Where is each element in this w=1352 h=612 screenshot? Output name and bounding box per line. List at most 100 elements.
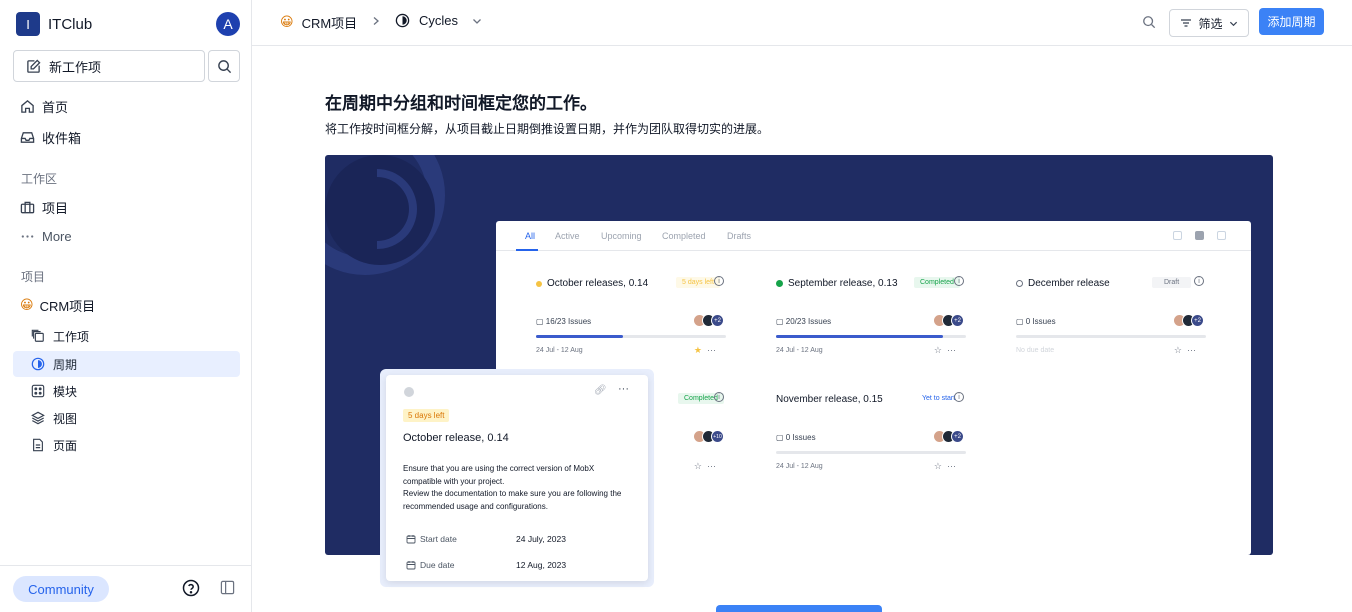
sidebar-item-work-items[interactable]: 工作项 — [13, 323, 240, 349]
stack-icon — [31, 411, 45, 425]
calendar-icon — [406, 535, 416, 544]
nav-projects-label: 项目 — [42, 200, 69, 216]
mock-card-actions: ☆ ··· — [1173, 345, 1196, 355]
home-icon — [21, 99, 34, 113]
cycle-icon — [395, 13, 410, 28]
mock-progress-bar — [536, 335, 726, 338]
filter-icon — [1181, 19, 1192, 27]
status-dot — [1016, 280, 1023, 287]
avatar-count: +2 — [951, 430, 964, 443]
search-icon — [217, 59, 231, 73]
breadcrumb-cycles-label: Cycles — [419, 13, 459, 28]
sidebar-item-views[interactable]: 视图 — [13, 405, 240, 431]
sidebar-toggle-icon[interactable] — [220, 580, 235, 595]
mock-card-issues-text: 16/23 Issues — [545, 317, 592, 326]
mock-card-issues: ▢ 0 Issues — [1016, 317, 1056, 326]
briefcase-icon — [20, 201, 35, 213]
calendar-icon — [406, 561, 416, 570]
mock-tabs: All Active Upcoming Completed Drafts — [496, 221, 1251, 251]
mock-tab-all: All — [525, 231, 536, 241]
nav-home[interactable]: 首页 — [20, 96, 68, 116]
workspace-section-label: 工作区 — [21, 172, 58, 186]
module-icon — [31, 384, 45, 398]
mock-card-badge: Draft — [1152, 277, 1192, 288]
breadcrumb-project-name: CRM项目 — [301, 16, 358, 31]
link-icon: 🔗︎ — [594, 385, 607, 396]
avatar-count: +10 — [711, 430, 724, 443]
mock-card-title-row: September release, 0.13 — [776, 278, 898, 289]
mock-tab-upcoming: Upcoming — [601, 231, 642, 241]
chevron-down-icon — [1229, 21, 1237, 26]
mock-avatars: +2 — [693, 314, 724, 327]
nav-inbox-label: 收件箱 — [42, 130, 82, 146]
mock-tab-active: Active — [555, 231, 580, 241]
sidebar-item-views-label: 视图 — [53, 411, 78, 426]
breadcrumb-project[interactable]: 😀 CRM项目 — [280, 13, 357, 32]
avatar-count: +2 — [1191, 314, 1204, 327]
mock-card-title: November release, 0.15 — [776, 394, 883, 405]
nav-more-label: More — [42, 228, 72, 244]
sidebar-item-cycles-label: 周期 — [53, 357, 78, 372]
board-view-icon — [1195, 231, 1204, 240]
inbox-icon — [20, 131, 35, 143]
nav-more[interactable]: More — [20, 226, 72, 246]
mock-due-date-label: Due date — [420, 560, 455, 570]
mock-card-title-row: December release — [1016, 278, 1110, 289]
community-button[interactable]: Community — [13, 576, 109, 602]
mock-progress-fill — [536, 335, 624, 338]
mock-card-dates: 24 Jul - 12 Aug — [536, 347, 583, 354]
mock-cycle-card: December release Draft i ▢ 0 Issues +2 N… — [1006, 269, 1206, 369]
calendar-view-icon — [1217, 231, 1226, 240]
help-icon[interactable] — [182, 579, 200, 597]
mock-card-actions: ★ ··· — [693, 345, 716, 355]
project-crm[interactable]: 😀 CRM项目 — [20, 295, 95, 315]
mock-tab-drafts: Drafts — [727, 231, 752, 241]
mock-card-issues: ▢ 16/23 Issues — [536, 317, 592, 326]
close-icon — [404, 387, 414, 397]
mock-start-date-row: Start date — [406, 534, 457, 544]
mock-card-issues-text: 20/23 Issues — [785, 317, 832, 326]
project-emoji: 😀 — [20, 297, 34, 313]
layers-icon — [31, 329, 44, 342]
mock-detail-title: October release, 0.14 — [403, 432, 509, 444]
mock-card-badge: Completed — [914, 277, 960, 288]
mock-start-date-label: Start date — [420, 534, 457, 544]
mock-card-title-row: October releases, 0.14 — [536, 278, 648, 289]
mock-progress-bar — [776, 451, 966, 454]
avatar-count: +2 — [951, 314, 964, 327]
info-icon: i — [714, 276, 724, 286]
breadcrumb-cycles[interactable]: Cycles — [395, 13, 482, 28]
workspace-logo: I — [16, 12, 40, 36]
info-icon: i — [954, 276, 964, 286]
info-icon: i — [714, 392, 724, 402]
mock-detail-description-1: Ensure that you are using the correct ve… — [403, 464, 595, 486]
mock-cycle-card: November release, 0.15 Yet to start i ▢ … — [766, 385, 966, 485]
projects-section-label: 项目 — [21, 270, 46, 284]
user-avatar[interactable]: A — [216, 12, 240, 36]
sidebar-item-pages[interactable]: 页面 — [13, 432, 240, 458]
nav-inbox[interactable]: 收件箱 — [20, 127, 81, 147]
primary-cta-button[interactable] — [716, 605, 882, 612]
nav-projects[interactable]: 项目 — [20, 197, 68, 217]
sidebar-item-modules[interactable]: 模块 — [13, 378, 240, 404]
filter-button[interactable]: 筛选 — [1169, 9, 1249, 37]
page-description: 将工作按时间框分解，从项目截止日期倒推设置日期，并作为团队取得切实的进展。 — [325, 122, 770, 136]
mock-progress-bar — [1016, 335, 1206, 338]
sidebar-item-cycles[interactable]: 周期 — [13, 351, 240, 377]
mock-card-issues-text: 0 Issues — [785, 433, 816, 442]
search-icon[interactable] — [1142, 15, 1156, 29]
mock-due-date-value: 12 Aug, 2023 — [516, 560, 567, 570]
star-icon: ☆ — [933, 345, 942, 355]
page-icon — [33, 438, 43, 452]
mock-card-title: December release — [1028, 278, 1110, 289]
more-icon: ··· — [618, 383, 629, 395]
mock-card-title: October releases, 0.14 — [547, 278, 649, 289]
mock-card-actions: ☆ ··· — [933, 461, 956, 471]
sidebar-search-button[interactable] — [208, 50, 240, 82]
add-cycle-button[interactable]: 添加周期 — [1259, 8, 1324, 35]
mock-progress-fill — [776, 335, 944, 338]
info-icon: i — [1194, 276, 1204, 286]
new-work-item-button[interactable]: 新工作项 — [13, 50, 205, 82]
workspace-switcher[interactable]: I ITClub A — [16, 11, 240, 37]
page-title: 在周期中分组和时间框定您的工作。 — [325, 94, 597, 113]
